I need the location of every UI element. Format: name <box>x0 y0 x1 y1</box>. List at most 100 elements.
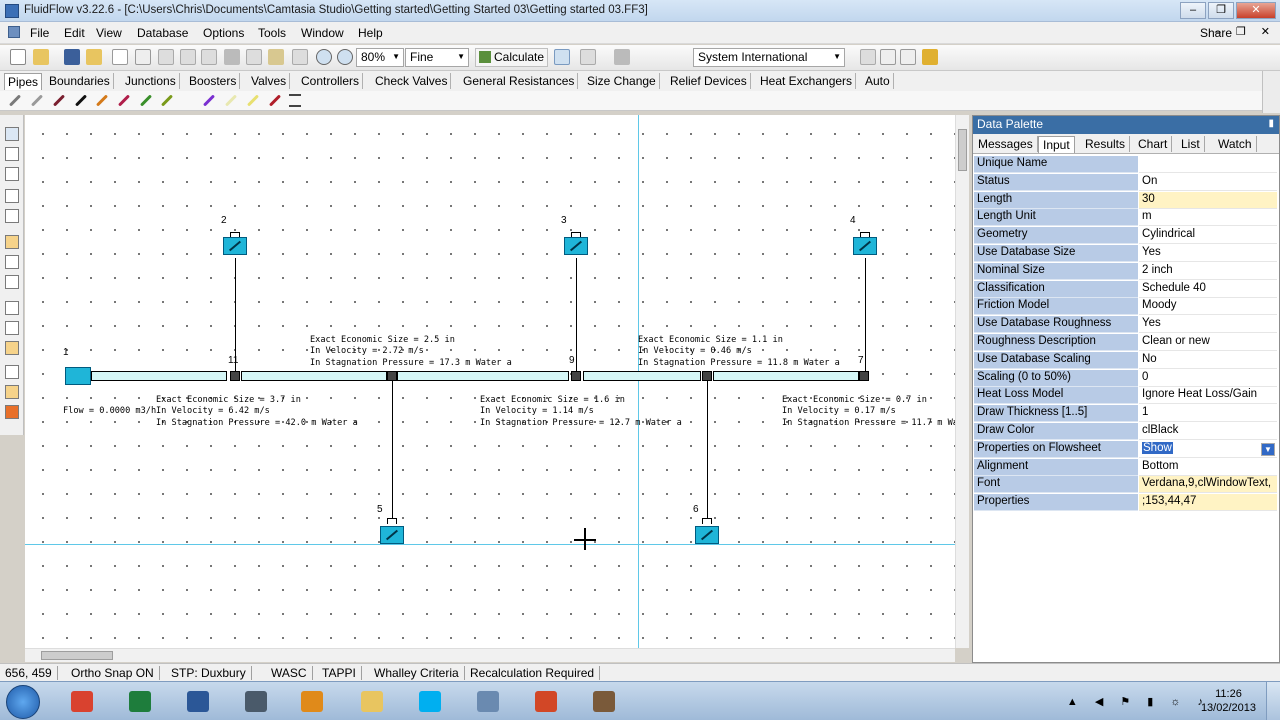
property-value[interactable]: Cylindrical <box>1139 227 1277 245</box>
chrome-taskbar-button[interactable] <box>62 686 102 717</box>
zoom-select[interactable]: 80% ▼ <box>356 48 404 67</box>
property-row[interactable]: Font Verdana,9,clWindowText, <box>974 476 1277 494</box>
open-folder-icon[interactable] <box>33 49 49 65</box>
property-row[interactable]: Use Database Scaling No <box>974 351 1277 369</box>
property-value[interactable]: 1 <box>1139 405 1277 423</box>
close-button[interactable]: ✕ <box>1236 2 1276 19</box>
toolbar-scroll[interactable] <box>1262 71 1280 113</box>
tab-boundaries[interactable]: Boundaries <box>46 73 114 89</box>
menu-file[interactable]: File <box>30 26 49 40</box>
units-menu-icon[interactable] <box>860 49 876 65</box>
tank-boundary[interactable] <box>65 367 91 385</box>
fluidflow-taskbar-button[interactable] <box>468 686 508 717</box>
ortho-snap-status[interactable]: Ortho Snap ON <box>66 666 160 680</box>
property-row[interactable]: Properties ;153,44,47 <box>974 494 1277 512</box>
copy-icon[interactable] <box>246 49 262 65</box>
menu-window[interactable]: Window <box>301 26 344 40</box>
lasso-select-icon[interactable] <box>5 167 19 181</box>
property-value[interactable]: 2 inch <box>1139 262 1277 280</box>
insert-node-icon[interactable] <box>5 235 19 249</box>
tab-controllers[interactable]: Controllers <box>298 73 364 89</box>
wasc-status[interactable]: WASC <box>266 666 313 680</box>
skype-taskbar-button[interactable] <box>410 686 450 717</box>
text-tool-icon[interactable] <box>5 385 19 399</box>
property-value[interactable]: Bottom <box>1139 458 1277 476</box>
calculate-button[interactable]: Calculate <box>475 48 549 67</box>
mesh-select[interactable]: Fine ▼ <box>405 48 469 67</box>
join-icon[interactable] <box>5 275 19 289</box>
flowsheet-canvas[interactable]: 1 11 9 7 2 3 4 5 6 Exact Economic Size =… <box>25 115 955 648</box>
tappi-status[interactable]: TAPPI <box>317 666 362 680</box>
property-value[interactable]: Verdana,9,clWindowText, <box>1139 476 1277 494</box>
junction-node[interactable] <box>571 371 581 381</box>
bend-icon[interactable] <box>5 301 19 315</box>
junction-node[interactable] <box>702 371 712 381</box>
pipe-tool-icon[interactable] <box>117 94 131 107</box>
property-row[interactable]: Draw Thickness [1..5] 1 <box>974 405 1277 423</box>
property-value[interactable]: 30 <box>1139 191 1277 209</box>
menu-database[interactable]: Database <box>137 26 188 40</box>
property-value[interactable]: No <box>1139 351 1277 369</box>
tab-relief-devices[interactable]: Relief Devices <box>667 73 751 89</box>
tab-input[interactable]: Input <box>1038 136 1075 153</box>
tab-watch[interactable]: Watch <box>1214 136 1257 152</box>
outlook-taskbar-button[interactable] <box>292 686 332 717</box>
branch-pipe[interactable] <box>576 258 577 375</box>
stp-status[interactable]: STP: Duxbury <box>166 666 252 680</box>
pressure-boundary-icon[interactable] <box>223 237 247 255</box>
property-value[interactable]: m <box>1139 209 1277 227</box>
property-row[interactable]: Heat Loss Model Ignore Heat Loss/Gain <box>974 387 1277 405</box>
tab-valves[interactable]: Valves <box>248 73 291 89</box>
pipe-tool-icon[interactable] <box>268 94 282 107</box>
property-row[interactable]: Length 30 <box>974 191 1277 209</box>
pipe-tool-icon[interactable] <box>224 94 238 107</box>
zoom-out-icon[interactable] <box>337 49 353 65</box>
rectangle-select-icon[interactable] <box>5 147 19 161</box>
property-row[interactable]: Geometry Cylindrical <box>974 227 1277 245</box>
annotation-icon[interactable] <box>5 321 19 335</box>
scroll-thumb[interactable] <box>958 129 967 171</box>
canvas-vertical-scrollbar[interactable] <box>955 115 969 648</box>
document-icon[interactable] <box>8 26 20 38</box>
property-row[interactable]: Friction Model Moody <box>974 298 1277 316</box>
delete-icon[interactable] <box>292 49 308 65</box>
property-row[interactable]: Properties on Flowsheet Show ▼ <box>974 440 1277 458</box>
align-icon[interactable] <box>5 209 19 223</box>
chevron-down-icon[interactable]: ▼ <box>1261 442 1275 456</box>
property-value[interactable]: Yes <box>1139 316 1277 334</box>
junction-node[interactable] <box>230 371 240 381</box>
word-taskbar-button[interactable] <box>178 686 218 717</box>
branch-pipe[interactable] <box>707 380 708 521</box>
start-button[interactable] <box>6 685 40 719</box>
pressure-boundary-icon[interactable] <box>853 237 877 255</box>
mdi-controls[interactable]: – ❐ ✕ <box>1215 25 1276 38</box>
tab-boosters[interactable]: Boosters <box>186 73 241 89</box>
whalley-criteria-status[interactable]: Whalley Criteria <box>369 666 465 680</box>
paste-icon[interactable] <box>268 49 284 65</box>
pressure-boundary-icon[interactable] <box>695 526 719 544</box>
property-row[interactable]: Unique Name <box>974 156 1277 173</box>
export-icon[interactable] <box>180 49 196 65</box>
property-row[interactable]: Draw Color clBlack <box>974 423 1277 440</box>
zoom-in-icon[interactable] <box>316 49 332 65</box>
property-row[interactable]: Status On <box>974 173 1277 191</box>
excel-taskbar-button[interactable] <box>120 686 160 717</box>
dimension-icon[interactable] <box>5 365 19 379</box>
pipe-tool-icon[interactable] <box>160 94 174 107</box>
label-move-icon[interactable] <box>5 341 19 355</box>
property-row[interactable]: Classification Schedule 40 <box>974 280 1277 298</box>
sort-icon[interactable] <box>580 49 596 65</box>
menu-help[interactable]: Help <box>358 26 383 40</box>
pressure-boundary-icon[interactable] <box>564 237 588 255</box>
flow-label[interactable]: Flow = 0.0000 m3/h <box>63 406 156 417</box>
branch-pipe[interactable] <box>865 258 866 375</box>
property-row[interactable]: Use Database Size Yes <box>974 245 1277 262</box>
tab-list[interactable]: List <box>1177 136 1205 152</box>
property-value[interactable]: Clean or new <box>1139 334 1277 351</box>
menu-edit[interactable]: Edit <box>64 26 85 40</box>
show-desktop-button[interactable] <box>1266 682 1280 720</box>
pipe-tool-icon[interactable] <box>95 94 109 107</box>
help-icon[interactable] <box>922 49 938 65</box>
tab-auto[interactable]: Auto <box>862 73 894 89</box>
explorer-taskbar-button[interactable] <box>352 686 392 717</box>
